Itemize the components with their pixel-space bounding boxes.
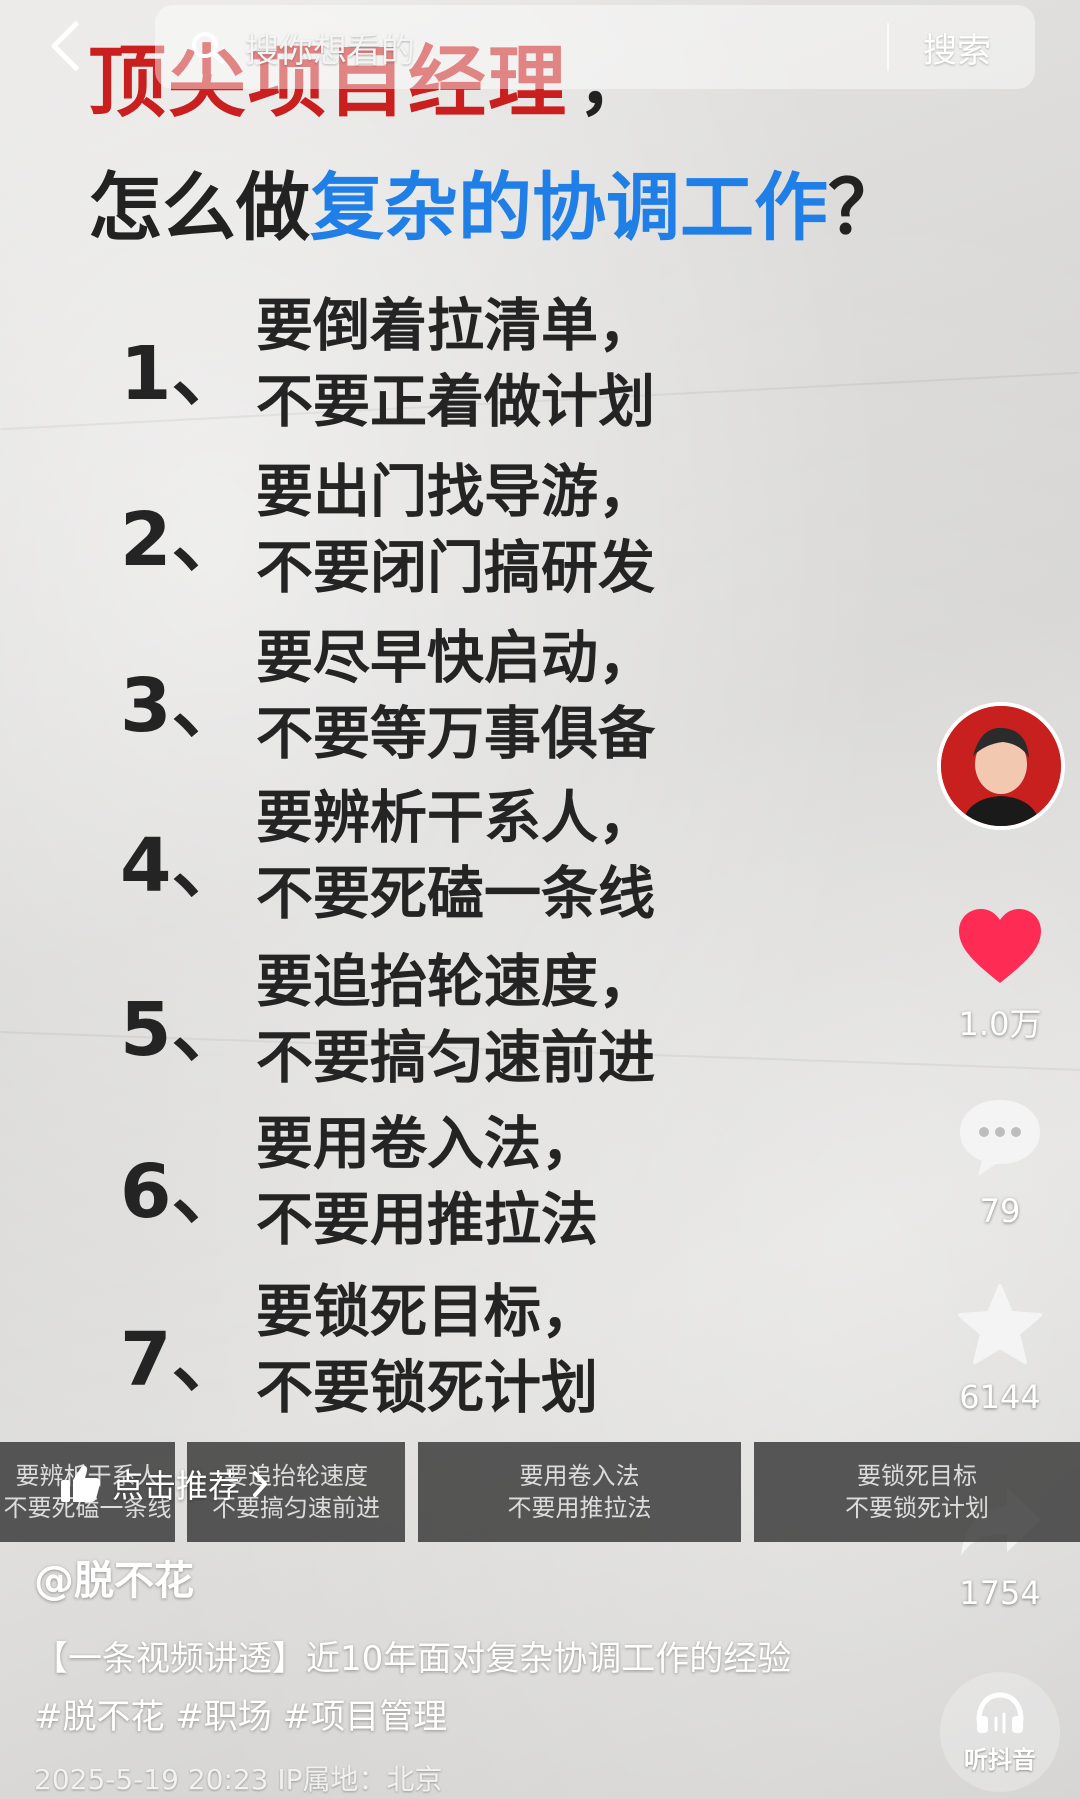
list-item: 6、 要用卷入法， 不要用推拉法: [120, 1098, 740, 1253]
item-line2: 不要正着做计划: [256, 369, 655, 435]
item-number: 4、: [120, 823, 246, 909]
item-line1: 要用卷入法，: [256, 1111, 598, 1177]
chapter-card[interactable]: 要锁死目标 不要锁死计划: [754, 1442, 1080, 1542]
title-highlight: 复杂的协调工作: [310, 165, 828, 251]
list-item: 1、 要倒着拉清单， 不要正着做计划: [120, 280, 740, 435]
chapter-line1: 要用卷入法: [519, 1462, 640, 1490]
item-number: 3、: [120, 663, 246, 749]
listen-button[interactable]: 听抖音: [940, 1672, 1060, 1792]
back-button[interactable]: [40, 18, 90, 74]
chapter-line1: 要锁死目标: [857, 1462, 977, 1490]
chapter-line2: 不要锁死计划: [845, 1494, 989, 1522]
item-line1: 要追抬轮速度，: [256, 949, 655, 1015]
recommend-button[interactable]: 点击推荐: [40, 1456, 288, 1512]
author-avatar[interactable]: [937, 702, 1065, 830]
post-meta: 2025-5-19 20:23 IP属地：北京: [34, 1763, 443, 1796]
chapter-card[interactable]: 要用卷入法 不要用推拉法: [418, 1442, 741, 1542]
item-line1: 要出门找导游，: [256, 459, 655, 525]
title-suffix: ？: [828, 165, 902, 251]
item-line2: 不要用推拉法: [256, 1187, 598, 1253]
list-item: 3、 要尽早快启动， 不要等万事俱备: [120, 612, 740, 767]
item-line1: 要辨析干系人，: [256, 785, 655, 851]
recommend-label: 点击推荐: [112, 1467, 241, 1505]
headphones-icon: [976, 1691, 1024, 1733]
item-line2: 不要闭门搞研发: [256, 535, 655, 601]
item-number: 5、: [120, 987, 246, 1073]
author-name[interactable]: @脱不花: [34, 1548, 194, 1606]
item-line2: 不要等万事俱备: [256, 701, 655, 767]
heart-icon: [959, 909, 1041, 983]
search-box[interactable]: 搜你想看的 搜索: [155, 5, 1035, 89]
like-count: 1.0万: [958, 1005, 1042, 1043]
star-icon: [958, 1284, 1042, 1364]
item-line1: 要尽早快启动，: [256, 625, 655, 691]
item-number: 7、: [120, 1317, 246, 1403]
comment-button[interactable]: 79: [940, 1094, 1060, 1230]
thumbs-up-icon: [61, 1465, 101, 1502]
item-line2: 不要搞匀速前进: [256, 1025, 655, 1091]
list-item: 2、 要出门找导游， 不要闭门搞研发: [120, 446, 740, 601]
search-input[interactable]: 搜你想看的: [245, 23, 415, 72]
list-item: 5、 要追抬轮速度， 不要搞匀速前进: [120, 936, 740, 1091]
search-divider: [887, 23, 889, 71]
item-line2: 不要锁死计划: [256, 1355, 598, 1421]
chevron-right-icon: [253, 1471, 268, 1497]
item-line1: 要倒着拉清单，: [256, 293, 655, 359]
avatar-portrait: [941, 706, 1061, 826]
list-item: 7、 要锁死目标， 不要锁死计划: [120, 1266, 740, 1421]
item-number: 1、: [120, 331, 246, 417]
chapter-line2: 不要用推拉法: [507, 1494, 652, 1522]
item-line2: 不要死磕一条线: [256, 861, 655, 927]
favorite-count: 6144: [959, 1378, 1041, 1416]
comment-icon: [960, 1100, 1040, 1176]
search-button[interactable]: 搜索: [923, 23, 991, 72]
like-button[interactable]: 1.0万: [940, 905, 1060, 1045]
video-title-line2: 怎么做复杂的协调工作？: [88, 148, 902, 255]
item-number: 6、: [120, 1149, 246, 1235]
chevron-left-icon: [51, 21, 79, 71]
comment-count: 79: [979, 1192, 1021, 1230]
title-prefix: 怎么做: [88, 165, 310, 251]
listen-label: 听抖音: [964, 1745, 1036, 1774]
favorite-button[interactable]: 6144: [940, 1282, 1060, 1416]
list-item: 4、 要辨析干系人， 不要死磕一条线: [120, 772, 740, 927]
search-icon: [192, 32, 224, 64]
item-line1: 要锁死目标，: [256, 1279, 598, 1345]
item-number: 2、: [120, 497, 246, 583]
post-description[interactable]: 【一条视频讲透】近10年面对复杂协调工作的经验 #脱不花 #职场 #项目管理: [34, 1630, 804, 1746]
share-count: 1754: [959, 1574, 1041, 1612]
